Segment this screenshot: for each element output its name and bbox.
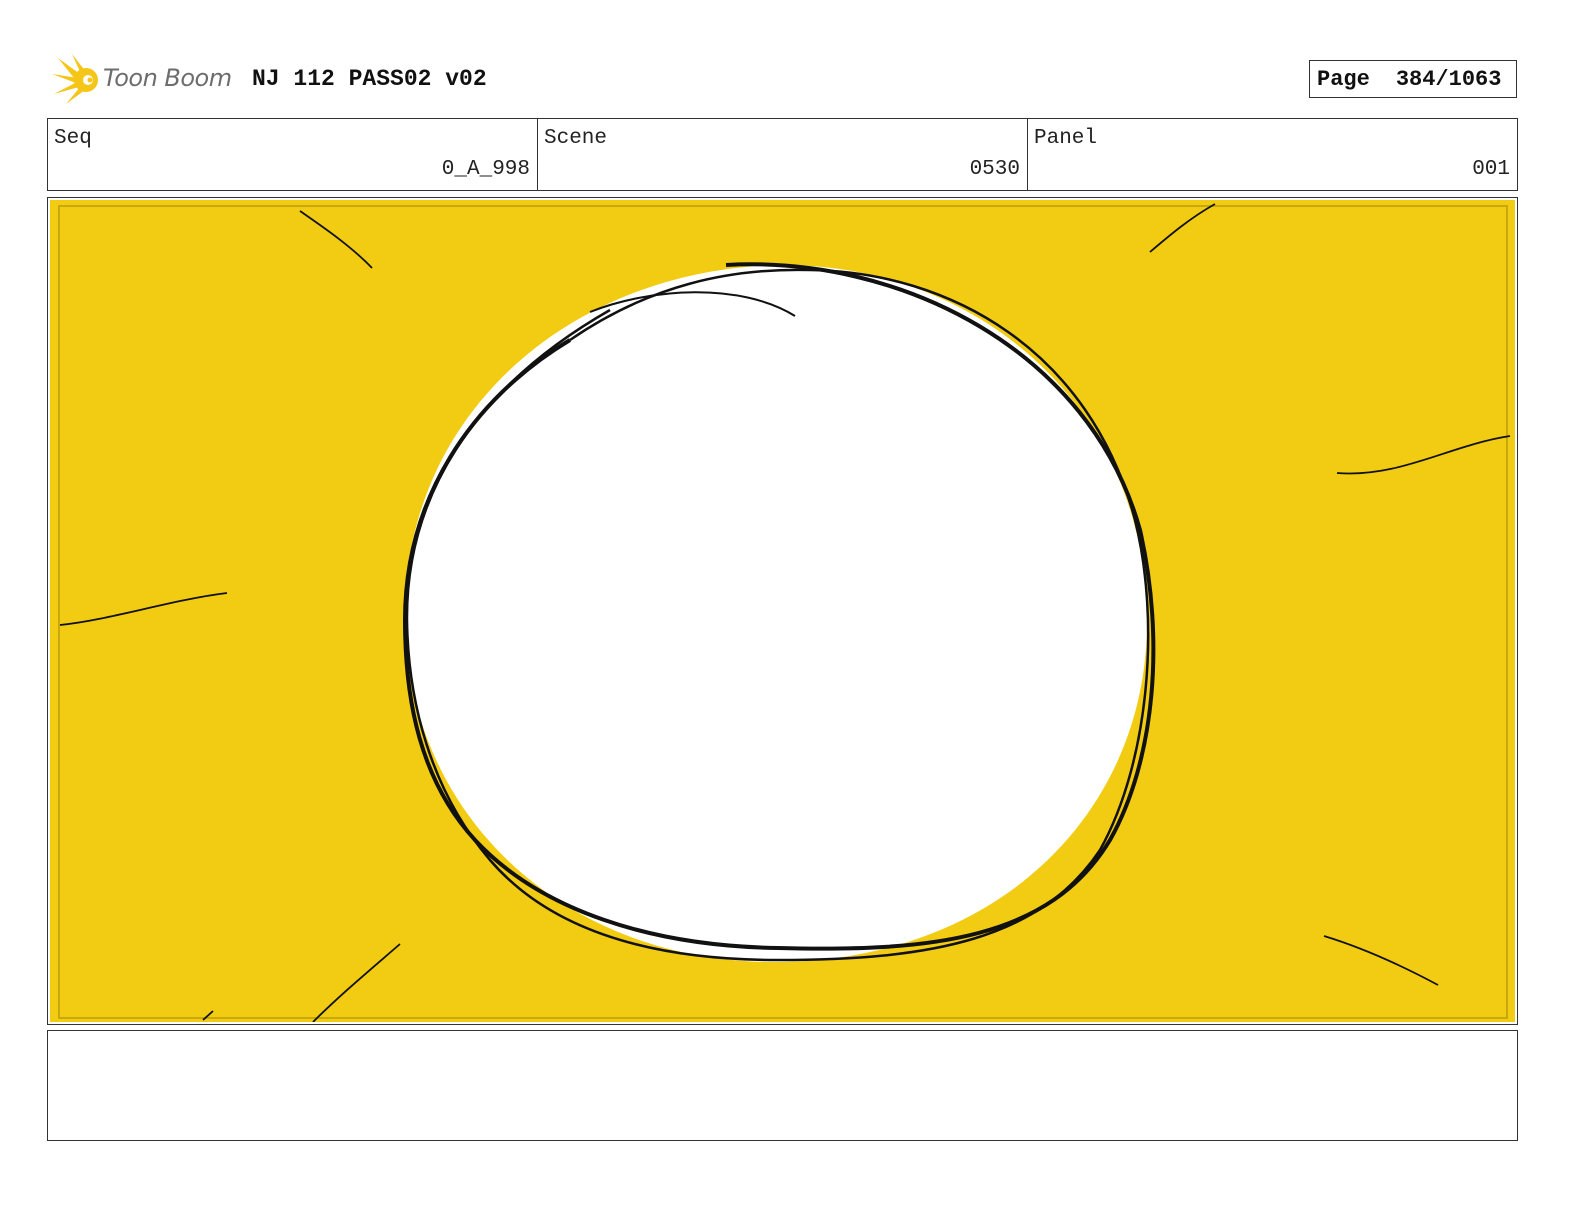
info-table: Seq 0_A_998 Scene 0530 Panel 001 [47, 118, 1518, 191]
scene-value: 0530 [969, 158, 1020, 181]
scene-cell: Scene 0530 [538, 119, 1028, 190]
seq-label: Seq [54, 127, 92, 150]
notes-box [47, 1030, 1518, 1141]
panel-label: Panel [1034, 127, 1098, 150]
scene-label: Scene [544, 127, 608, 150]
page-label: Page [1317, 66, 1370, 92]
seq-value: 0_A_998 [441, 158, 530, 181]
panel-value: 001 [1472, 158, 1510, 181]
seq-cell: Seq 0_A_998 [48, 119, 538, 190]
page-number: 384/1063 [1395, 66, 1502, 92]
storyboard-panel [47, 197, 1518, 1025]
project-title: NJ 112 PASS02 v02 [252, 66, 487, 92]
panel-artwork [50, 200, 1515, 1022]
panel-cell: Panel 001 [1028, 119, 1517, 190]
white-circle [404, 264, 1148, 963]
page-indicator: Page 384/1063 [1309, 60, 1517, 98]
logo-text: Toon Boom [103, 64, 232, 92]
